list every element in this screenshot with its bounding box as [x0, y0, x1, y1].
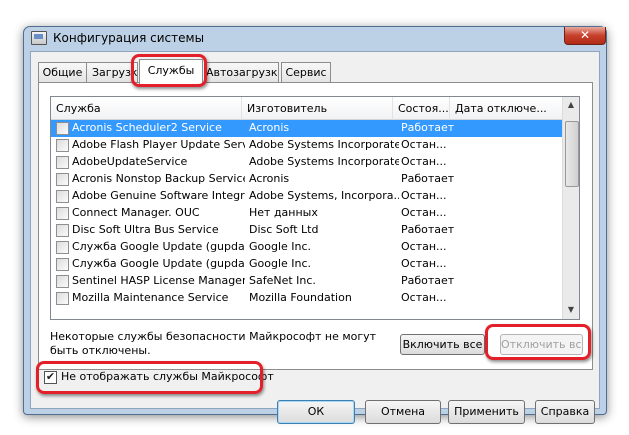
- service-manufacturer: Adobe Systems Incorporated: [249, 155, 399, 168]
- table-row[interactable]: Acronis Nonstop Backup Service Acronis Раб…: [51, 171, 562, 188]
- service-checkbox[interactable]: [56, 139, 69, 152]
- service-name: Acronis Scheduler2 Service: [72, 121, 222, 134]
- services-list[interactable]: Служба Изготовитель Состоя... Дата отклю…: [50, 96, 580, 320]
- tab-general[interactable]: Общие: [38, 62, 87, 83]
- service-checkbox[interactable]: [56, 258, 69, 271]
- service-checkbox[interactable]: [56, 173, 69, 186]
- service-manufacturer: Google Inc.: [249, 257, 312, 270]
- service-checkbox[interactable]: [56, 156, 69, 169]
- service-checkbox[interactable]: [56, 190, 69, 203]
- service-manufacturer: Нет данных: [249, 206, 318, 219]
- msconfig-app-icon: [31, 31, 47, 45]
- tab-startup[interactable]: Автозагрузка: [205, 62, 279, 82]
- help-button[interactable]: Справка: [535, 400, 595, 424]
- cancel-button[interactable]: Отмена: [365, 400, 441, 424]
- dialog-client-area: Общие Загрузка Автозагрузка Сервис Служб…: [30, 51, 600, 424]
- title-bar[interactable]: Конфигурация системы ✕: [24, 27, 606, 49]
- service-status: Остан...: [401, 155, 447, 168]
- service-manufacturer: Acronis: [249, 121, 290, 134]
- window-title: Конфигурация системы: [53, 31, 205, 45]
- close-button[interactable]: ✕: [564, 27, 606, 45]
- table-row[interactable]: Sentinel HASP License Manager SafeNet Inc…: [51, 273, 562, 290]
- service-manufacturer: Google Inc.: [249, 240, 312, 253]
- services-panel: Служба Изготовитель Состоя... Дата отклю…: [38, 82, 593, 370]
- service-name: Adobe Genuine Software Integri...: [72, 189, 245, 202]
- service-manufacturer: SafeNet Inc.: [249, 274, 316, 287]
- table-row[interactable]: Acronis Scheduler2 Service Acronis Работае…: [51, 120, 562, 137]
- service-status: Остан...: [401, 206, 447, 219]
- apply-button[interactable]: Применить: [448, 400, 525, 424]
- table-row[interactable]: Служба Google Update (gupdate... Google I…: [51, 256, 562, 273]
- table-row[interactable]: AdobeUpdateService Adobe Systems Incorpor…: [51, 154, 562, 171]
- hide-microsoft-highlight: [36, 361, 263, 394]
- service-name: Disc Soft Ultra Bus Service: [72, 223, 219, 236]
- service-manufacturer: Adobe Systems Incorporated: [249, 138, 399, 151]
- service-manufacturer: Mozilla Foundation: [249, 291, 352, 304]
- service-status: Работает: [401, 172, 455, 185]
- service-name: Служба Google Update (gupdate...: [72, 257, 245, 270]
- service-checkbox[interactable]: [56, 224, 69, 237]
- service-checkbox[interactable]: [56, 241, 69, 254]
- service-status: Работает: [401, 223, 455, 236]
- service-name: Mozilla Maintenance Service: [72, 291, 229, 304]
- disable-all-highlight: [485, 324, 591, 360]
- service-manufacturer: Acronis: [249, 172, 290, 185]
- table-row[interactable]: Connect Manager. OUC Нет данных Остан...: [51, 205, 562, 222]
- service-manufacturer: Adobe Systems, Incorpora...: [249, 189, 399, 202]
- table-row[interactable]: Mozilla Maintenance Service Mozilla Found…: [51, 290, 562, 307]
- scroll-thumb[interactable]: [565, 121, 579, 187]
- service-name: Adobe Flash Player Update Service: [72, 138, 245, 151]
- table-row[interactable]: Disc Soft Ultra Bus Service Disc Soft Ltd…: [51, 222, 562, 239]
- table-row[interactable]: Adobe Genuine Software Integri... Adobe S…: [51, 188, 562, 205]
- service-manufacturer: Disc Soft Ltd: [249, 223, 319, 236]
- service-status: Остан...: [401, 240, 447, 253]
- service-name: AdobeUpdateService: [72, 155, 188, 168]
- service-name: Connect Manager. OUC: [72, 206, 200, 219]
- service-status: Остан...: [401, 291, 447, 304]
- service-name: Acronis Nonstop Backup Service: [72, 172, 245, 185]
- service-checkbox[interactable]: [56, 292, 69, 305]
- column-header-disable-date[interactable]: Дата отключе...: [450, 97, 562, 120]
- service-status: Остан...: [401, 189, 447, 202]
- system-config-window: Конфигурация системы ✕ Общие Загрузка Ав…: [23, 26, 607, 424]
- scroll-down-arrow-icon[interactable]: ▼: [563, 302, 579, 318]
- services-rows: Acronis Scheduler2 Service Acronis Работае…: [51, 120, 562, 319]
- enable-all-button[interactable]: Включить все: [400, 334, 485, 355]
- table-row[interactable]: Служба Google Update (gupdate) Google Inc…: [51, 239, 562, 256]
- column-header-status[interactable]: Состоя...: [393, 97, 450, 120]
- service-checkbox[interactable]: [56, 207, 69, 220]
- ok-button[interactable]: ОК: [277, 400, 355, 424]
- service-status: Работает: [401, 121, 455, 134]
- service-checkbox[interactable]: [56, 122, 69, 135]
- service-status: Работает: [401, 274, 455, 287]
- vertical-scrollbar[interactable]: ▲ ▼: [562, 97, 579, 319]
- tab-services-highlight: [131, 54, 207, 87]
- column-header-manufacturer[interactable]: Изготовитель: [242, 97, 393, 120]
- scroll-up-arrow-icon[interactable]: ▲: [563, 97, 579, 113]
- note-text: Некоторые службы безопасности Майкрософт…: [50, 330, 377, 357]
- service-name: Служба Google Update (gupdate): [72, 240, 245, 253]
- service-name: Sentinel HASP License Manager: [72, 274, 245, 287]
- tab-tools[interactable]: Сервис: [281, 62, 331, 83]
- table-row[interactable]: Adobe Flash Player Update Service Adobe S…: [51, 137, 562, 154]
- service-status: Остан...: [401, 257, 447, 270]
- column-header-service[interactable]: Служба: [51, 97, 242, 120]
- service-checkbox[interactable]: [56, 275, 69, 288]
- service-status: Остан...: [401, 138, 447, 151]
